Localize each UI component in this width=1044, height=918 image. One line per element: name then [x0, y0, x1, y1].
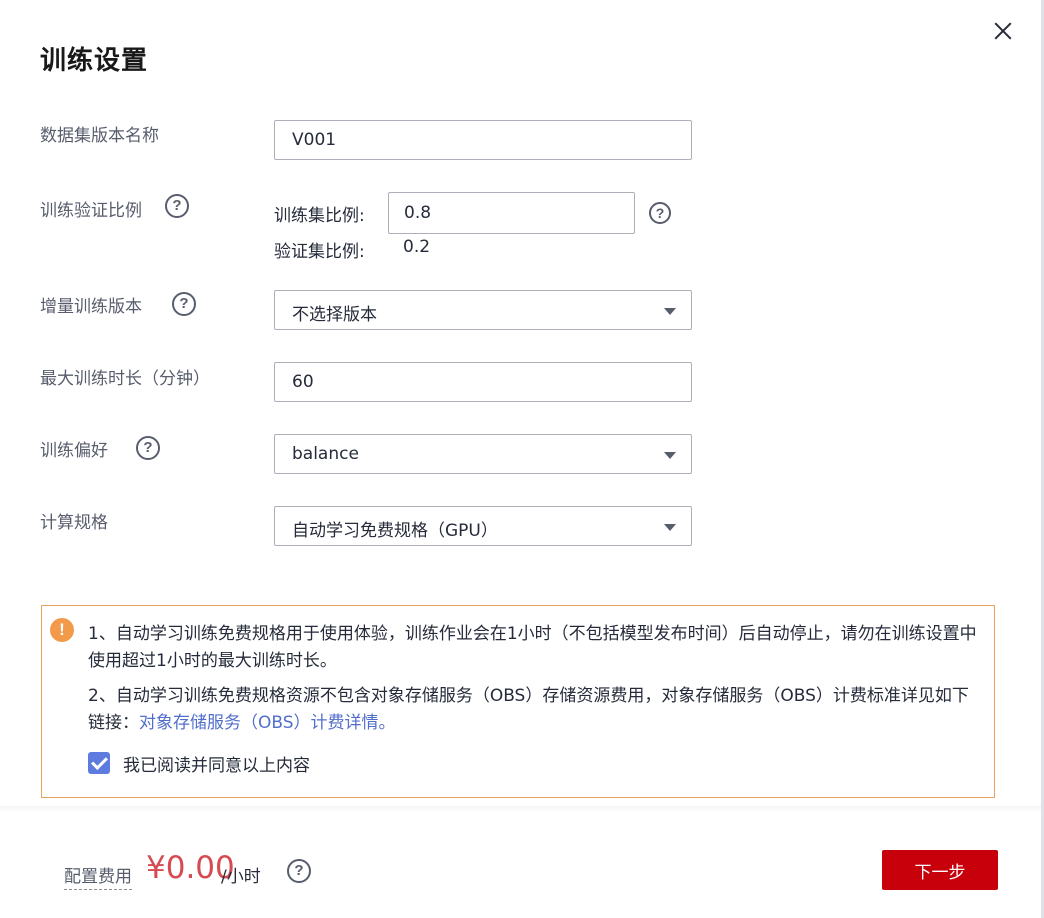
compute-spec-select[interactable]: 自动学习免费规格（GPU） [274, 506, 692, 546]
compute-spec-value: 自动学习免费规格（GPU） [292, 521, 498, 541]
max-duration-input[interactable]: 60 [274, 362, 692, 402]
dataset-version-value: V001 [292, 130, 337, 150]
chevron-down-icon [664, 524, 676, 531]
preference-value: balance [292, 444, 359, 464]
split-ratio-help-icon[interactable]: ? [165, 194, 189, 218]
dataset-version-label: 数据集版本名称 [40, 126, 159, 146]
compute-spec-label: 计算规格 [40, 513, 108, 533]
incremental-version-value: 不选择版本 [292, 305, 377, 325]
incremental-version-select[interactable]: 不选择版本 [274, 290, 692, 330]
obs-pricing-link[interactable]: 对象存储服务（OBS）计费详情。 [139, 713, 396, 733]
dialog-title: 训练设置 [40, 46, 149, 76]
agree-checkbox[interactable] [88, 752, 110, 774]
notice-line-1: 1、自动学习训练免费规格用于使用体验，训练作业会在1小时（不包括模型发布时间）后… [88, 624, 977, 671]
max-duration-label: 最大训练时长（分钟） [40, 369, 210, 389]
price-unit: /小时 [221, 867, 261, 887]
cost-help-icon[interactable]: ? [287, 859, 311, 883]
val-ratio-value: 0.2 [403, 237, 431, 257]
max-duration-value: 60 [292, 372, 314, 392]
train-ratio-value: 0.8 [404, 203, 432, 223]
preference-label: 训练偏好 [40, 441, 108, 461]
warning-icon: ! [50, 618, 74, 642]
close-icon[interactable] [990, 18, 1016, 44]
preference-select[interactable]: balance [274, 434, 692, 474]
val-ratio-label: 验证集比例: [274, 242, 365, 262]
footer-divider [0, 806, 1041, 812]
incremental-version-label: 增量训练版本 [40, 297, 142, 317]
split-ratio-label: 训练验证比例 [40, 201, 142, 221]
train-ratio-input[interactable]: 0.8 [388, 192, 635, 234]
incremental-version-help-icon[interactable]: ? [172, 292, 196, 316]
dataset-version-input[interactable]: V001 [274, 120, 692, 160]
config-cost-label[interactable]: 配置费用 [64, 862, 132, 890]
preference-help-icon[interactable]: ? [136, 436, 160, 460]
free-spec-notice: ! 1、自动学习训练免费规格用于使用体验，训练作业会在1小时（不包括模型发布时间… [41, 605, 995, 798]
agree-label[interactable]: 我已阅读并同意以上内容 [123, 751, 310, 776]
chevron-down-icon [664, 452, 676, 459]
train-ratio-help-icon[interactable]: ? [649, 202, 671, 224]
chevron-down-icon [664, 308, 676, 315]
notice-line-2: 2、自动学习训练免费规格资源不包含对象存储服务（OBS）存储资源费用，对象存储服… [88, 683, 983, 737]
next-step-button[interactable]: 下一步 [882, 850, 998, 890]
train-ratio-label: 训练集比例: [274, 206, 365, 226]
